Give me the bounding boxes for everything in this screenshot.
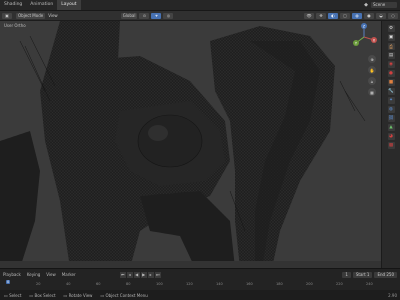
scene-field[interactable]: Scene: [371, 2, 397, 8]
view-label: User Ortho: [4, 23, 26, 28]
orientation-label: Global: [122, 13, 136, 18]
next-key-icon[interactable]: ▸: [147, 271, 154, 278]
mouse-menu-icon: ▭: [100, 292, 105, 298]
status-rotate: ▭ Rotate View: [60, 293, 97, 298]
start-value: 1: [366, 271, 370, 277]
tab-shading[interactable]: Shading: [0, 0, 26, 10]
status-box-select-label: Box Select: [34, 292, 56, 298]
end-frame-field[interactable]: End 250: [374, 271, 397, 278]
status-select: ▭ Select: [0, 293, 25, 298]
constraints-icon[interactable]: ⛓: [387, 115, 395, 122]
grid-icon[interactable]: ▦: [368, 88, 376, 96]
proportional-edit-icon[interactable]: ◎: [163, 12, 174, 19]
frame-tick: 100: [156, 282, 163, 286]
output-icon[interactable]: ⎙: [387, 43, 395, 50]
shading-wireframe-icon[interactable]: ◍: [352, 12, 362, 19]
shading-rendered-icon[interactable]: ○: [388, 12, 398, 19]
mouse-left-icon: ▭: [4, 292, 8, 298]
frame-tick: 60: [96, 282, 101, 286]
tool-icon[interactable]: ⚙: [387, 25, 395, 32]
viewport-header: ▣ Object Mode View Global ⊙ ⌖ ◎ 👁 ✥ ◐ ▢ …: [0, 11, 400, 21]
status-select-label: Select: [9, 292, 22, 298]
play-icon[interactable]: ▶: [140, 271, 147, 278]
visibility-icon[interactable]: 👁: [304, 12, 314, 19]
play-reverse-icon[interactable]: ◀: [133, 271, 140, 278]
mesh-render: [0, 21, 381, 268]
snap-icon[interactable]: ⌖: [151, 12, 162, 19]
shading-solid-icon[interactable]: ●: [364, 12, 374, 19]
frame-tick: 220: [336, 282, 343, 286]
playback-menu[interactable]: Playback: [0, 272, 24, 277]
xray-icon[interactable]: ▢: [340, 12, 350, 19]
scene-selector: ◆ Scene: [364, 2, 400, 8]
prev-key-icon[interactable]: ◂: [126, 271, 133, 278]
pan-icon[interactable]: ✋: [368, 66, 376, 74]
status-rotate-label: Rotate View: [68, 292, 93, 298]
version-text: 2.90: [388, 292, 397, 298]
properties-tabs: ⚙ ▣ ⎙ ▤ ◉ ● ■ 🔧 ✦ ◍ ⛓ ▲ ◕ ▩: [381, 21, 400, 268]
frame-tick: 160: [246, 282, 253, 286]
object-icon[interactable]: ■: [387, 79, 395, 86]
frame-tick: 200: [306, 282, 313, 286]
frame-tick: 180: [276, 282, 283, 286]
tab-animation[interactable]: Animation: [26, 0, 57, 10]
timeline: Playback Keying View Marker ⏮ ◂ ◀ ▶ ▸ ⏭ …: [0, 268, 400, 291]
mode-label: Object Mode: [18, 13, 44, 18]
frame-tick: 0: [6, 280, 11, 284]
physics-icon[interactable]: ◍: [387, 106, 395, 113]
interaction-mode-dropdown[interactable]: Object Mode: [16, 12, 46, 19]
status-context-menu: ▭ Object Context Menu: [96, 293, 151, 298]
start-label: Start: [355, 271, 366, 277]
scene-icon: ◆: [364, 2, 368, 8]
jump-end-icon[interactable]: ⏭: [154, 271, 161, 278]
tab-layout[interactable]: Layout: [57, 0, 81, 10]
modifier-icon[interactable]: 🔧: [387, 88, 395, 95]
frame-tick: 240: [366, 282, 373, 286]
texture-icon[interactable]: ▩: [387, 142, 395, 149]
material-icon[interactable]: ◕: [387, 133, 395, 140]
marker-menu[interactable]: Marker: [59, 272, 79, 277]
frame-tick: 40: [66, 282, 71, 286]
timeline-controls: Playback Keying View Marker ⏮ ◂ ◀ ▶ ▸ ⏭ …: [0, 271, 400, 278]
timeline-view-menu[interactable]: View: [43, 272, 59, 277]
gizmo-toggle-icon[interactable]: ✥: [316, 12, 326, 19]
end-value: 250: [386, 271, 394, 277]
view-menu[interactable]: View: [45, 13, 61, 18]
navigation-gizmo[interactable]: Z X Y: [350, 23, 378, 51]
mouse-right-icon: ▭: [63, 292, 68, 298]
zoom-icon[interactable]: ⊕: [368, 55, 376, 63]
jump-start-icon[interactable]: ⏮: [119, 271, 126, 278]
timeline-ruler[interactable]: 0 20 40 60 80 100 120 140 160 180 200 22…: [0, 280, 400, 289]
status-bar: ▭ Select ▭ Box Select ▭ Rotate View ▭ Ob…: [0, 290, 400, 300]
status-box-select: ▭ Box Select: [25, 293, 59, 298]
viewport-nav-buttons: ⊕ ✋ ⌂ ▦: [368, 55, 376, 96]
frame-tick: 120: [186, 282, 193, 286]
data-icon[interactable]: ▲: [387, 124, 395, 131]
current-frame-field[interactable]: 1: [342, 271, 351, 278]
render-icon[interactable]: ▣: [387, 34, 395, 41]
editor-type-icon[interactable]: ▣: [2, 12, 12, 19]
overlay-icon[interactable]: ◐: [328, 12, 338, 19]
mouse-middle-icon: ▭: [29, 292, 34, 298]
world-icon[interactable]: ●: [387, 70, 395, 77]
end-label: End: [377, 271, 386, 277]
frame-tick: 140: [216, 282, 223, 286]
3d-viewport[interactable]: User Ortho: [0, 21, 381, 268]
status-context-label: Object Context Menu: [105, 292, 148, 298]
camera-icon[interactable]: ⌂: [368, 77, 376, 85]
transform-orientation-dropdown[interactable]: Global: [120, 12, 138, 19]
view-layer-icon[interactable]: ▤: [387, 52, 395, 59]
start-frame-field[interactable]: Start 1: [352, 271, 373, 278]
keying-menu[interactable]: Keying: [24, 272, 43, 277]
frame-tick: 80: [126, 282, 131, 286]
workspace-bar: Shading Animation Layout ◆ Scene: [0, 0, 400, 11]
shading-material-icon[interactable]: ◒: [376, 12, 386, 19]
pivot-icon[interactable]: ⊙: [139, 12, 150, 19]
scene-icon[interactable]: ◉: [387, 61, 395, 68]
frame-tick: 20: [36, 282, 41, 286]
particles-icon[interactable]: ✦: [387, 97, 395, 104]
